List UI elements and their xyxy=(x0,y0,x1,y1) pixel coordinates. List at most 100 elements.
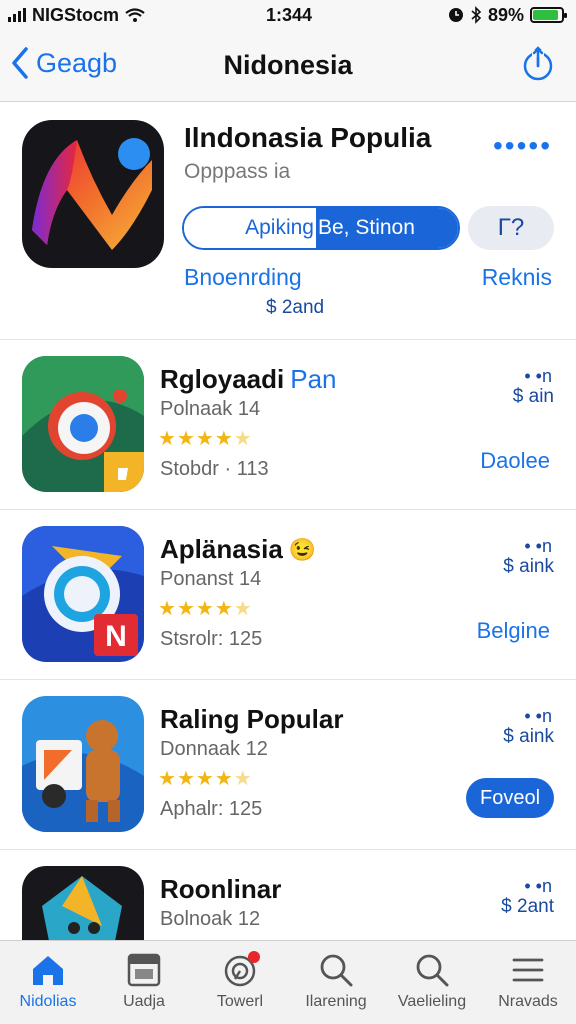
featured-link-left[interactable]: Bnoenrding xyxy=(184,264,302,291)
status-time: 1:344 xyxy=(266,4,313,25)
app-title-text: Raling Popular xyxy=(160,704,344,734)
app-title: Rgloyaadi Pan xyxy=(160,364,337,395)
chevron-left-icon xyxy=(12,47,28,79)
app-subtitle: Bolnoak 12 xyxy=(160,908,261,930)
status-left: NIGStocm xyxy=(8,5,145,26)
app-title: Roonlinar xyxy=(160,874,281,905)
tab-menu[interactable]: Nravads xyxy=(480,941,576,1024)
app-title-text: Aplänasia xyxy=(160,534,283,564)
app-icon[interactable]: N xyxy=(22,526,144,662)
app-price: $ 2ant xyxy=(501,896,554,917)
page-title: Nidonesia xyxy=(223,50,353,80)
star-icon: ★ xyxy=(195,598,215,620)
rating-stars: ★★★★★ xyxy=(158,596,253,621)
app-dots: • •n xyxy=(524,536,552,556)
app-meta: Aphalr: 125 xyxy=(160,798,263,820)
tab-store[interactable]: Uadja xyxy=(96,941,192,1024)
alarm-icon xyxy=(448,8,463,22)
back-button[interactable]: Geagb xyxy=(10,46,117,80)
menu-icon xyxy=(512,958,544,982)
featured-app-icon[interactable] xyxy=(22,120,164,268)
tab-label: Ilarening xyxy=(305,993,367,1010)
notification-badge xyxy=(248,951,260,963)
star-icon: ★ xyxy=(214,768,234,790)
search-icon xyxy=(416,954,449,987)
star-icon: ★ xyxy=(214,428,234,450)
star-icon: ★ xyxy=(195,768,215,790)
share-icon[interactable] xyxy=(520,46,556,82)
featured-action-right-label: Be, Stinon xyxy=(316,208,458,248)
app-price: $ ain xyxy=(512,386,554,407)
featured-app-title: Ilndonasia Populia xyxy=(184,122,432,153)
app-title-text: Rgloyaadi xyxy=(160,364,285,394)
rating-stars: ★★★★★ xyxy=(158,426,253,451)
tab-home[interactable]: Nidolias xyxy=(0,941,96,1024)
tab-updates[interactable]: Towerl xyxy=(192,941,288,1024)
tab-label: Vaelieling xyxy=(397,993,467,1010)
battery-icon xyxy=(530,7,567,23)
search-icon xyxy=(320,954,353,987)
star-icon: ★ xyxy=(176,598,196,620)
tab-search-2[interactable]: Vaelieling xyxy=(384,941,480,1024)
featured-action-button[interactable]: Apiking Be, Stinon xyxy=(182,206,460,250)
status-bar: NIGStocm 1:344 89% xyxy=(0,0,576,30)
app-action-link[interactable]: Belgine xyxy=(477,618,550,644)
list-item[interactable]: Raling Popular Donnaak 12 ★★★★★ Aphalr: … xyxy=(0,680,576,850)
back-label: Geagb xyxy=(36,47,118,78)
app-subtitle: Donnaak 12 xyxy=(160,738,268,760)
star-icon: ★ xyxy=(214,598,234,620)
tab-label: Towerl xyxy=(216,993,264,1010)
app-title: Raling Popular xyxy=(160,704,343,735)
star-icon: ★ xyxy=(195,428,215,450)
app-dots: • •n xyxy=(524,366,552,386)
featured-app: Ilndonasia Populia Opppass ia ••••• Apik… xyxy=(0,102,576,340)
battery-fill xyxy=(533,10,558,20)
store-icon xyxy=(127,953,161,987)
featured-price: $ 2and xyxy=(266,297,325,318)
tab-bar: Nidolias Uadja Towerl Ilarening Vaelieli… xyxy=(0,940,576,1024)
app-title: Aplänasia 😉 xyxy=(160,534,316,565)
app-price: $ aink xyxy=(503,726,554,747)
app-title-badge: 😉 xyxy=(288,536,317,562)
app-action-link[interactable]: Daolee xyxy=(480,448,550,474)
list-item[interactable]: Rgloyaadi Pan Polnaak 14 ★★★★★ Stobdr · … xyxy=(0,340,576,510)
star-icon: ★ xyxy=(158,768,177,790)
app-meta: Stsrolr: 125 xyxy=(160,628,263,650)
svg-text:N: N xyxy=(105,620,127,653)
app-icon[interactable] xyxy=(22,696,144,832)
app-price: $ aink xyxy=(503,556,554,577)
app-action-button[interactable]: Foveol xyxy=(466,778,554,818)
carrier-name: NIGStocm xyxy=(32,4,120,25)
tab-label: Uadja xyxy=(123,993,165,1010)
star-icon: ★ xyxy=(233,428,253,450)
app-icon[interactable] xyxy=(22,356,144,492)
featured-app-subtitle: Opppass ia xyxy=(184,160,291,183)
home-icon xyxy=(33,956,63,985)
app-dots: • •n xyxy=(524,876,552,896)
navigation-bar: Geagb Nidonesia xyxy=(0,30,576,102)
app-title-text: Roonlinar xyxy=(160,874,282,904)
wifi-icon xyxy=(125,8,145,22)
featured-link-right[interactable]: Reknis xyxy=(482,264,552,291)
star-icon: ★ xyxy=(233,768,253,790)
bluetooth-icon xyxy=(471,6,482,24)
more-options-button[interactable]: ••••• xyxy=(493,130,552,162)
tab-label: Nravads xyxy=(498,993,558,1010)
list-item[interactable]: N Aplänasia 😉 Ponanst 14 ★★★★★ Stsrolr: … xyxy=(0,510,576,680)
star-icon: ★ xyxy=(158,428,177,450)
tab-label: Nidolias xyxy=(19,993,77,1010)
star-icon: ★ xyxy=(233,598,253,620)
status-right: 89% xyxy=(448,4,567,26)
app-title-badge: Pan xyxy=(290,364,337,394)
tab-search[interactable]: Ilarening xyxy=(288,941,384,1024)
star-icon: ★ xyxy=(176,428,196,450)
app-dots: • •n xyxy=(524,706,552,726)
featured-secondary-button[interactable]: Γ? xyxy=(468,206,554,250)
app-subtitle: Polnaak 14 xyxy=(160,398,261,420)
battery-percent: 89% xyxy=(487,4,524,25)
signal-icon xyxy=(8,8,26,22)
rating-stars: ★★★★★ xyxy=(158,766,253,791)
star-icon: ★ xyxy=(158,598,177,620)
app-meta: Stobdr · 113 xyxy=(160,458,269,480)
featured-action-left-label: Apiking xyxy=(184,208,316,248)
